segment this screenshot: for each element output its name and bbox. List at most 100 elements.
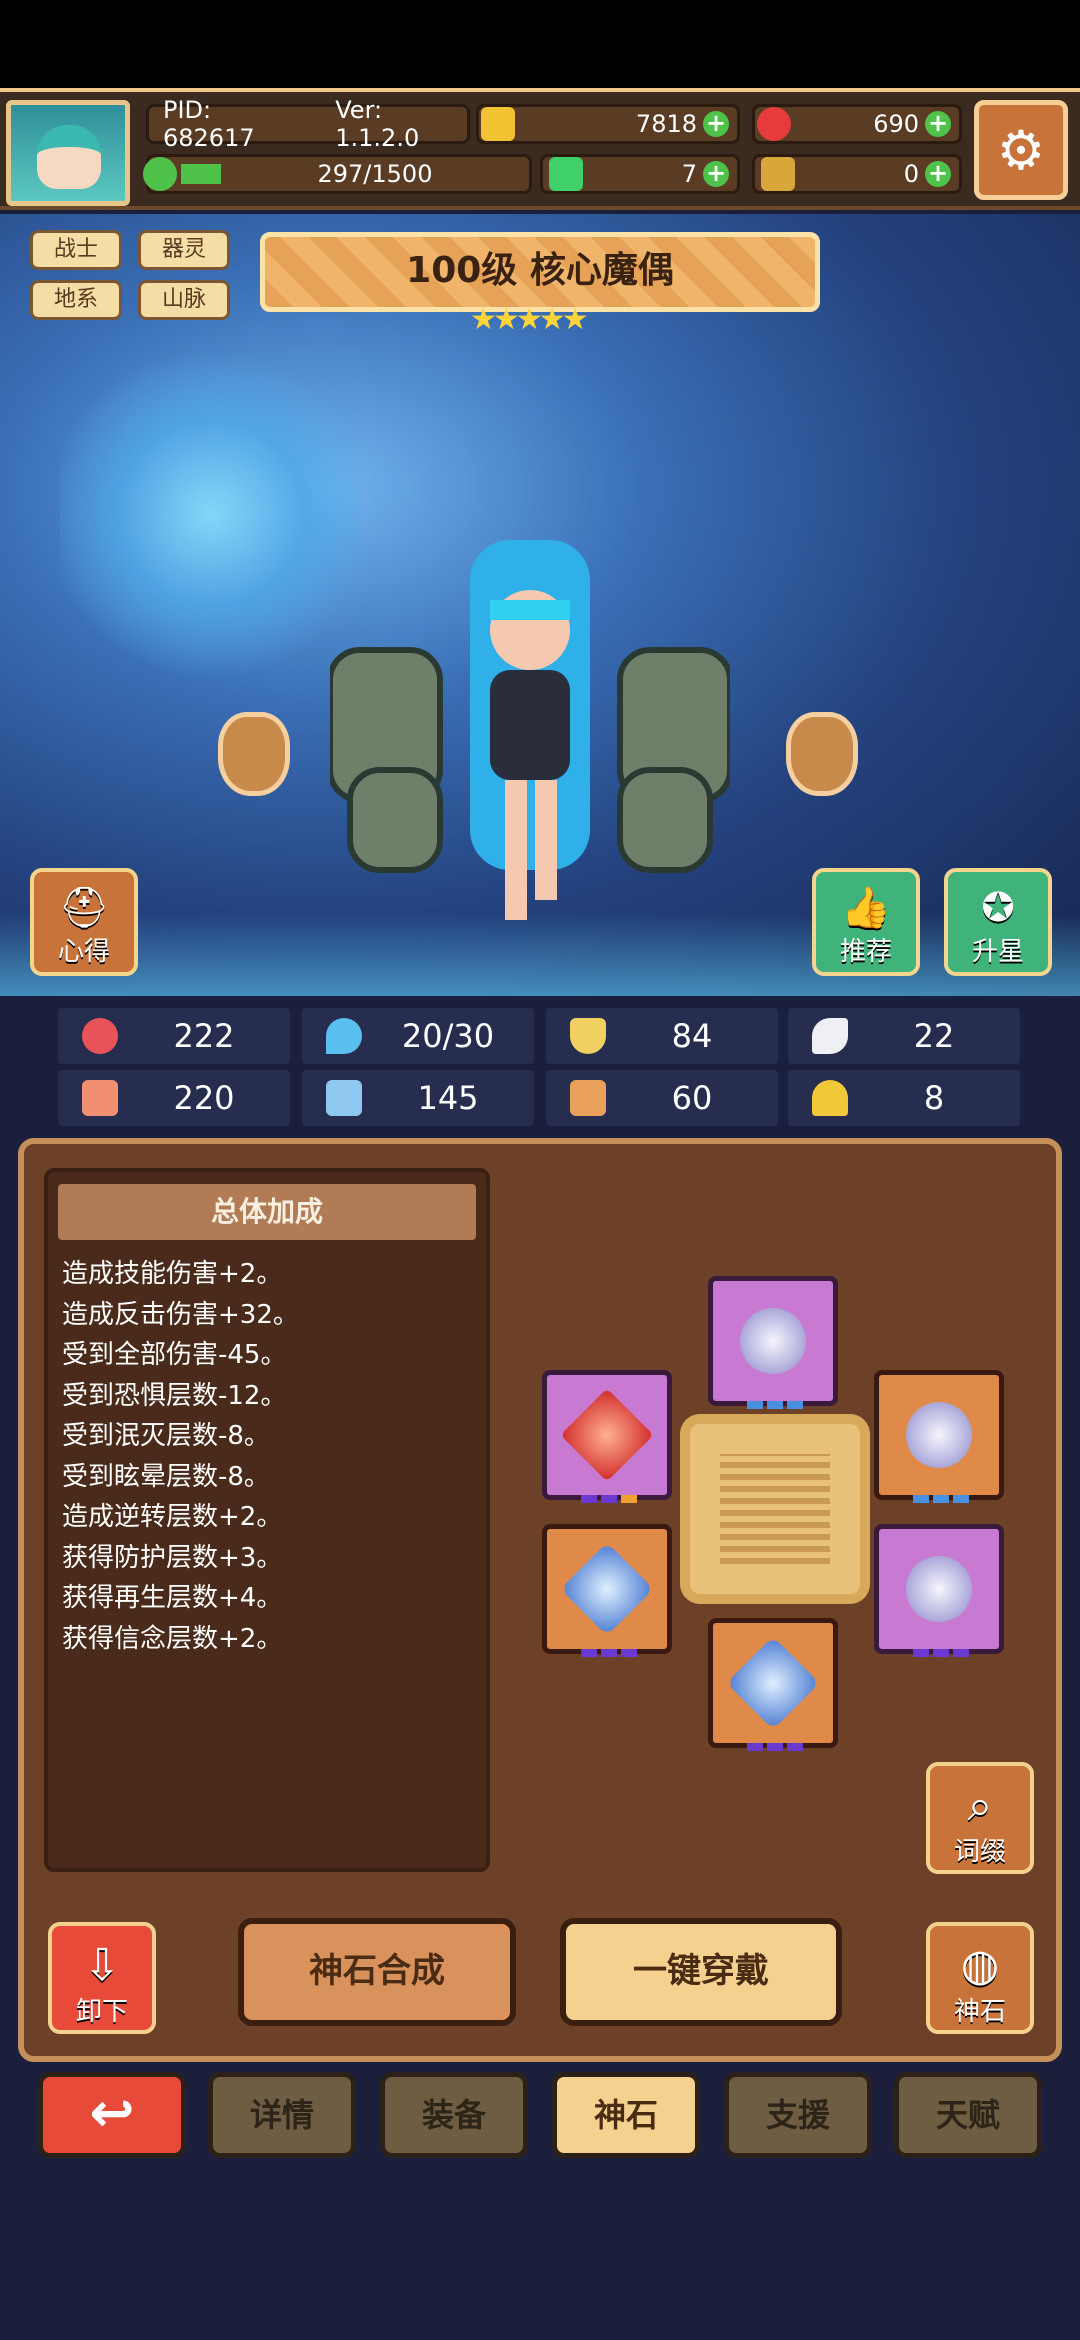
recommend-label: 推荐 [839, 937, 892, 967]
mana-drop-icon [326, 1018, 362, 1054]
star-icon: ★ [515, 302, 543, 337]
stat-resist-value: 60 [671, 1079, 713, 1117]
gold-counter: 7818 + [476, 104, 740, 144]
clover-counter: 7 + [540, 154, 740, 194]
gear-icon: ⚙ [996, 118, 1046, 182]
bonus-line: 获得防护层数+3。 [62, 1542, 283, 1573]
tag-element: 地系 [30, 280, 122, 320]
synthesize-button[interactable]: 神石合成 [238, 1918, 516, 2026]
stat-magic: 145 [302, 1070, 534, 1126]
magnifier-icon: ⌕ [967, 1780, 993, 1831]
star-up-button[interactable]: ✪ 升星 [944, 868, 1052, 976]
star-icon: ★ [538, 302, 566, 337]
shield-icon [570, 1018, 606, 1054]
bonus-line: 受到全部伤害-45。 [62, 1340, 287, 1370]
wing-icon [812, 1018, 848, 1054]
stamina-value: 297/1500 [317, 160, 433, 188]
pearl-gem-icon [906, 1402, 972, 1468]
godstone-slot-top[interactable] [708, 1276, 838, 1409]
gem-value: 690 [873, 110, 919, 138]
godstone-slot-upper-left[interactable] [542, 1370, 672, 1503]
star-up-label: 升星 [971, 937, 1024, 967]
stat-magic-value: 145 [417, 1079, 479, 1117]
scroll-icon [570, 1080, 606, 1116]
stamina-bar: 297/1500 [143, 154, 532, 194]
godstone-slot-bottom[interactable] [708, 1618, 838, 1751]
stat-speed: 22 [788, 1008, 1020, 1064]
sapphire-gem-icon [726, 1636, 820, 1730]
tag-type: 器灵 [138, 230, 230, 270]
godstone-slot-lower-right[interactable] [874, 1524, 1004, 1657]
stat-hp: 222 [58, 1008, 290, 1064]
stat-defense-value: 84 [671, 1017, 713, 1055]
tab-details[interactable]: 详情 [208, 2072, 356, 2158]
insight-label: 心得 [57, 937, 110, 967]
affix-button[interactable]: ⌕ 词缀 [926, 1762, 1034, 1874]
stat-hp-value: 222 [173, 1017, 235, 1055]
clover-value: 7 [681, 160, 697, 188]
bonus-line: 获得信念层数+2。 [62, 1623, 283, 1654]
pearl-gem-icon [740, 1308, 806, 1374]
stat-resist: 60 [546, 1070, 778, 1126]
key-value: 0 [903, 160, 919, 188]
add-gem-button[interactable]: + [925, 111, 951, 137]
bonus-list: 造成技能伤害+2。 造成反击伤害+32。 受到全部伤害-45。 受到恐惧层数-1… [48, 1254, 486, 1659]
add-gold-button[interactable]: + [703, 111, 729, 137]
stat-attack: 220 [58, 1070, 290, 1126]
tab-talent[interactable]: 天赋 [894, 2072, 1042, 2158]
tab-equipment[interactable]: 装备 [380, 2072, 528, 2158]
sapphire-gem-icon [560, 1542, 654, 1636]
version-text: Ver: 1.1.2.0 [335, 96, 420, 152]
settings-button[interactable]: ⚙ [974, 100, 1068, 200]
star-badge-icon: ✪ [981, 885, 1015, 931]
back-arrow-icon: ↩ [89, 2081, 135, 2144]
character-title-banner: 100级 核心魔偶 [260, 232, 820, 312]
stamina-icon [143, 157, 177, 191]
down-arrow-icon: ⇩ [83, 1940, 121, 1991]
godstone-button[interactable]: ◍ 神石 [926, 1922, 1034, 2034]
bonus-line: 造成逆转层数+2。 [62, 1502, 283, 1532]
bonus-line: 造成技能伤害+2。 [62, 1259, 283, 1289]
godstone-core [690, 1424, 860, 1594]
stat-defense: 84 [546, 1008, 778, 1064]
heart-icon [82, 1018, 118, 1054]
bonus-line: 受到恐惧层数-12。 [62, 1380, 287, 1411]
tab-support[interactable]: 支援 [724, 2072, 872, 2158]
unequip-button[interactable]: ⇩ 卸下 [48, 1922, 156, 2034]
pearl-gem-icon [906, 1556, 972, 1622]
tag-origin: 山脉 [138, 280, 230, 320]
right-orb-icon [786, 712, 858, 796]
affix-label: 词缀 [953, 1837, 1006, 1867]
star-icon: ★ [470, 302, 497, 337]
bonus-line: 受到眩晕层数-8。 [62, 1461, 270, 1492]
godstone-slot-lower-left[interactable] [542, 1524, 672, 1657]
add-key-button[interactable]: + [925, 161, 951, 187]
stat-speed-value: 22 [913, 1017, 955, 1055]
pid-text: PID: 682617 [163, 96, 255, 152]
helmet-icon: ⛑ [58, 885, 110, 931]
player-avatar[interactable] [6, 100, 130, 206]
pid-version-box: PID: 682617 Ver: 1.1.2.0 [146, 96, 470, 152]
core-grid [720, 1454, 830, 1564]
equip-all-button[interactable]: 一键穿戴 [560, 1918, 842, 2026]
stat-attack-value: 220 [173, 1079, 235, 1117]
key-counter: 0 + [752, 154, 962, 194]
unequip-label: 卸下 [75, 1997, 128, 2027]
gem-counter: 690 + [752, 104, 962, 144]
top-resource-bar: PID: 682617 Ver: 1.1.2.0 7818 + 690 + 29… [0, 88, 1080, 210]
total-bonus-title: 总体加成 [58, 1184, 476, 1240]
tag-class: 战士 [30, 230, 122, 270]
crystal-glow [60, 334, 360, 694]
star-icon: ★ [492, 302, 520, 337]
insight-button[interactable]: ⛑ 心得 [30, 868, 138, 976]
gold-value: 7818 [635, 110, 697, 138]
tab-godstone[interactable]: 神石 [552, 2072, 700, 2158]
fist-icon [82, 1080, 118, 1116]
golem-character-sprite [330, 540, 730, 920]
book-icon [326, 1080, 362, 1116]
back-button[interactable]: ↩ [38, 2072, 186, 2158]
godstone-slot-upper-right[interactable] [874, 1370, 1004, 1503]
bonus-line: 造成反击伤害+32。 [62, 1299, 299, 1330]
add-clover-button[interactable]: + [703, 161, 729, 187]
recommend-button[interactable]: 👍 推荐 [812, 868, 920, 976]
